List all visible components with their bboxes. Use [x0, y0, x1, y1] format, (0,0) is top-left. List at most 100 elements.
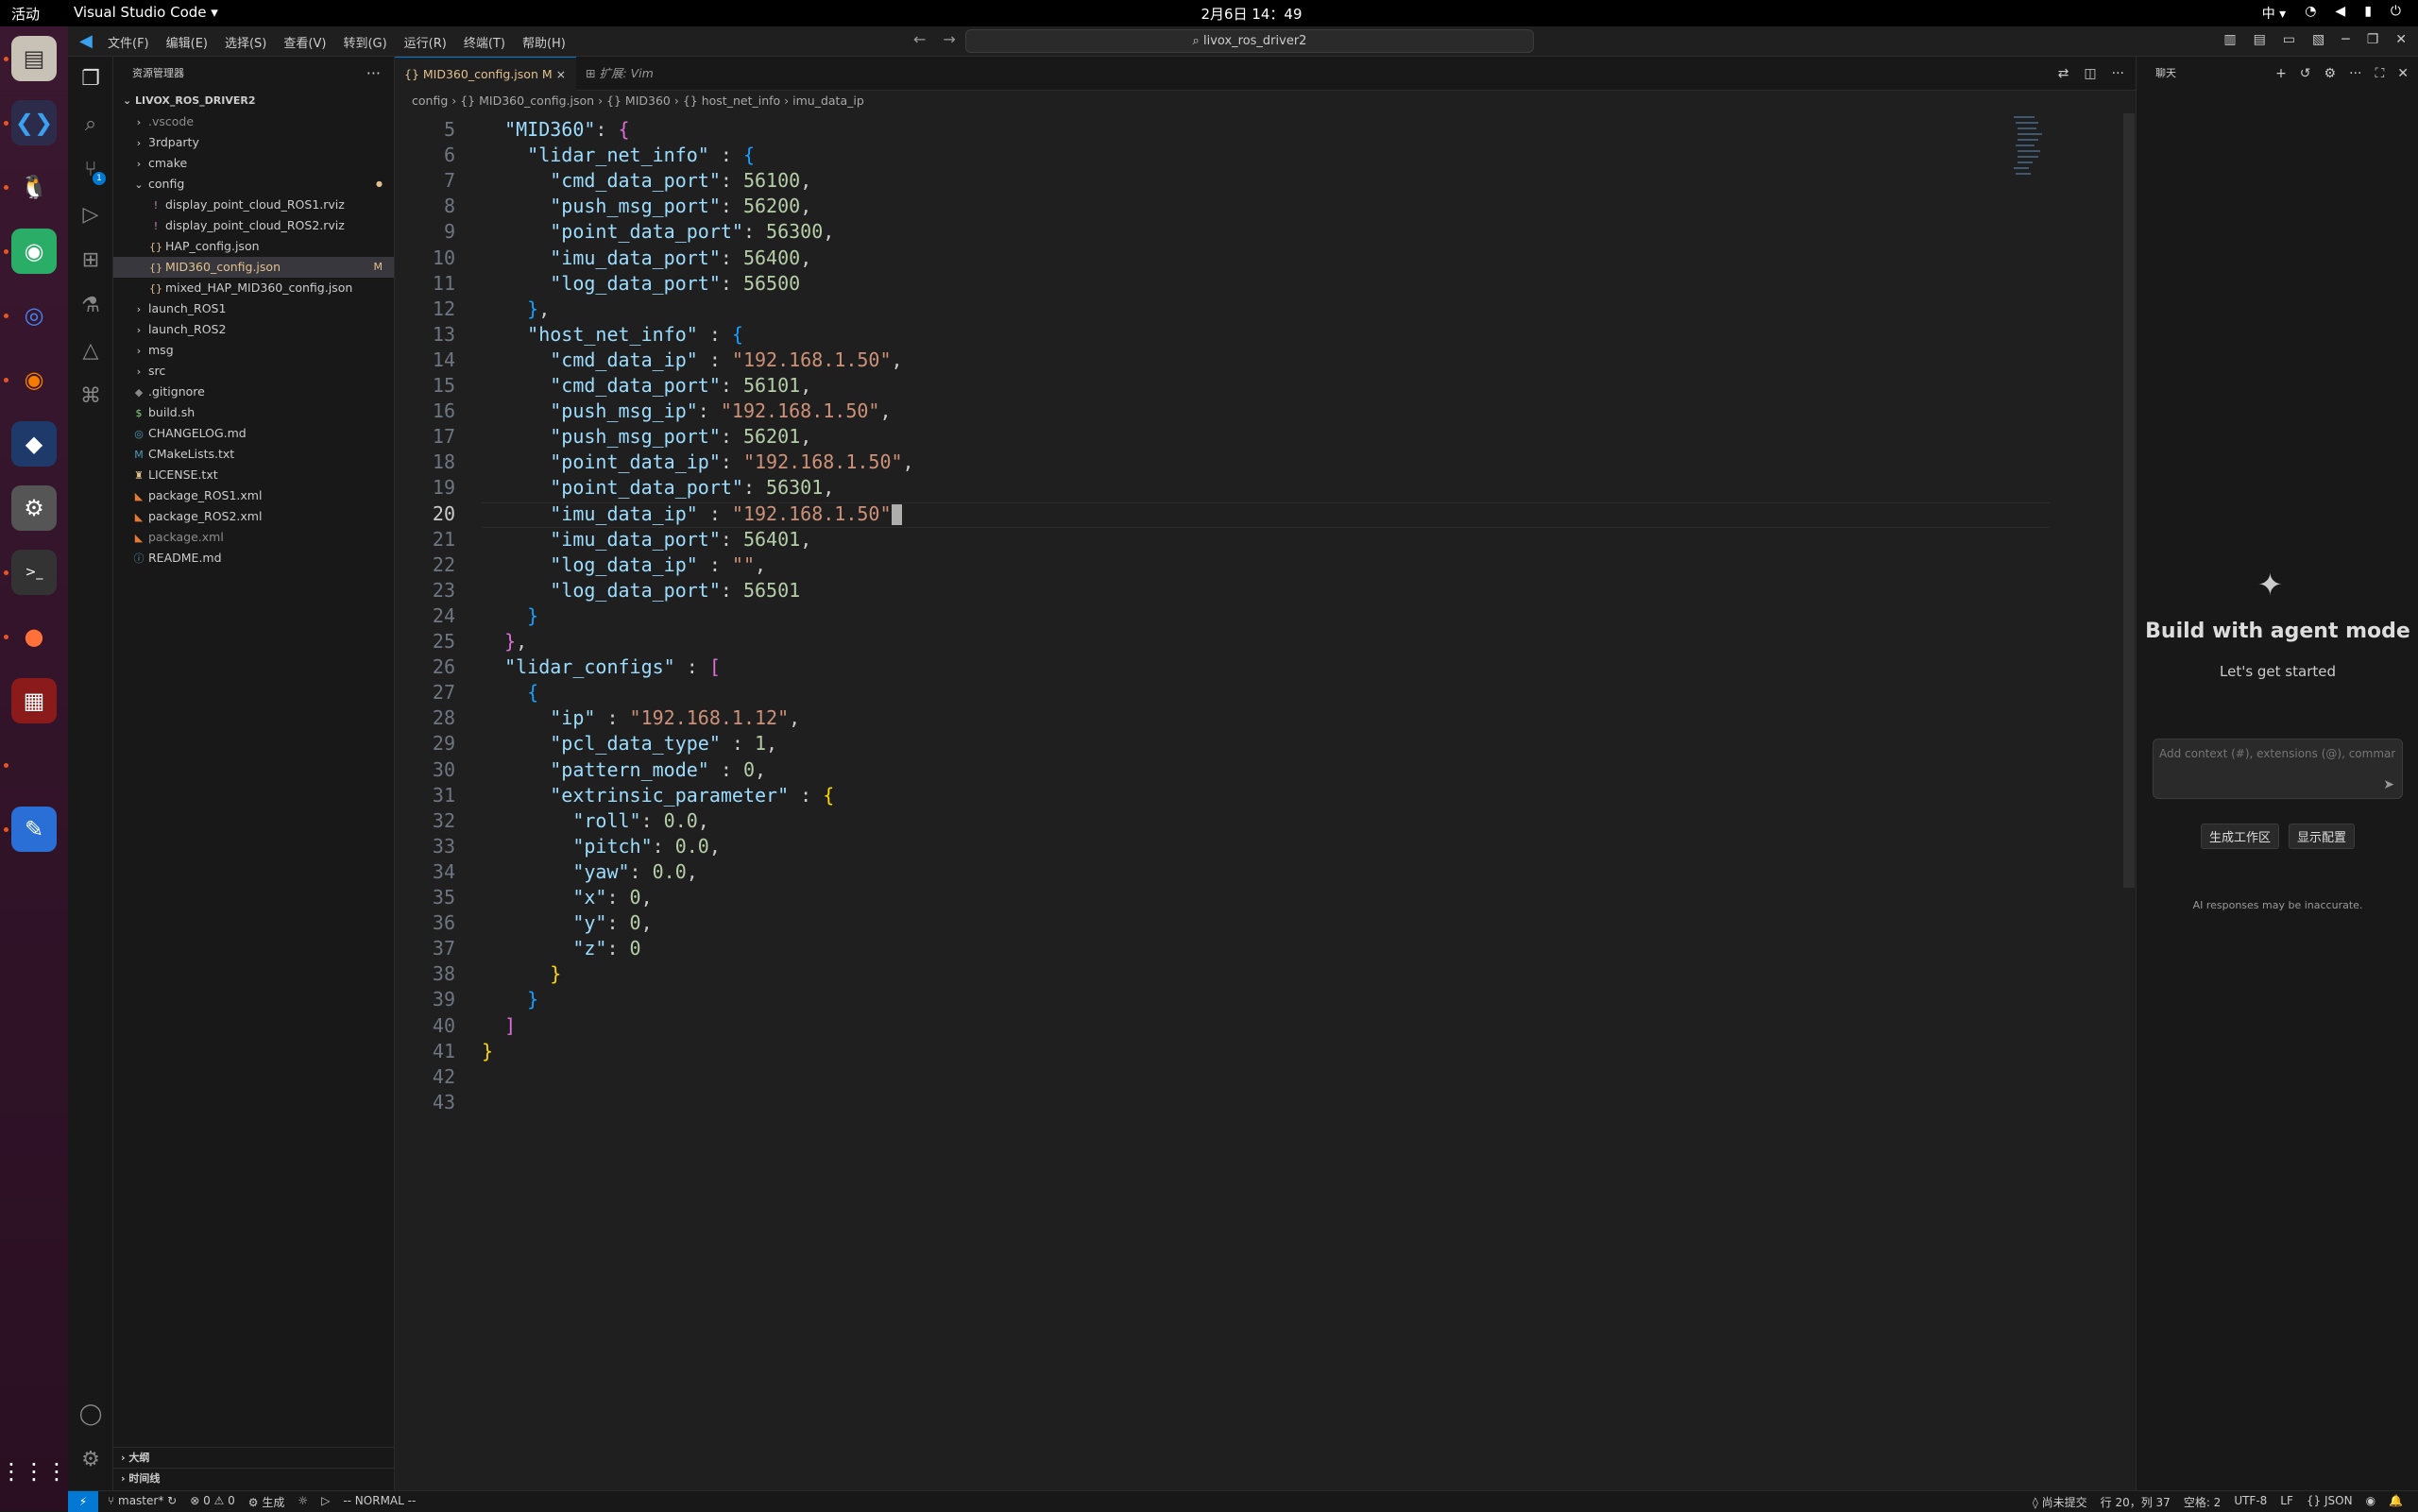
- menu-item[interactable]: 转到(G): [343, 33, 386, 51]
- code-line[interactable]: 6 "lidar_net_info" : {: [395, 143, 2095, 168]
- build-button[interactable]: ⚙ 生成: [248, 1494, 285, 1510]
- run-icon[interactable]: ▷: [321, 1494, 330, 1510]
- wechat-icon[interactable]: ◉: [11, 229, 57, 274]
- code-line[interactable]: 5 "MID360": {: [395, 117, 2095, 143]
- breadcrumb-item[interactable]: {} host_net_info: [683, 93, 780, 108]
- code-line[interactable]: 17 "push_msg_port": 56201,: [395, 424, 2095, 450]
- terminal-icon[interactable]: >_: [11, 550, 57, 595]
- code-line[interactable]: 10 "imu_data_port": 56400,: [395, 246, 2095, 271]
- app-screen-icon[interactable]: ▦: [11, 678, 57, 723]
- system-tray[interactable]: 中 ▾ ◔ ◀ ▮ ⏻: [2262, 4, 2401, 23]
- tree-item[interactable]: {} mixed_HAP_MID360_config.json: [113, 278, 394, 298]
- chat-title[interactable]: 聊天: [2155, 67, 2176, 79]
- tree-item[interactable]: ◣ package_ROS1.xml: [113, 485, 394, 506]
- code-line[interactable]: 15 "cmd_data_port": 56101,: [395, 373, 2095, 399]
- tree-item[interactable]: › .vscode: [113, 111, 394, 132]
- testing-icon[interactable]: ⚗: [77, 293, 104, 319]
- tree-item[interactable]: ! display_point_cloud_ROS1.rviz: [113, 195, 394, 215]
- language-mode[interactable]: {} JSON: [2307, 1494, 2353, 1510]
- tree-item[interactable]: ◣ package.xml: [113, 527, 394, 548]
- chat-input[interactable]: [2159, 747, 2395, 760]
- code-line[interactable]: 20 "imu_data_ip" : "192.168.1.50": [395, 501, 2095, 527]
- workspace-root[interactable]: ⌄ LIVOX_ROS_DRIVER2: [113, 91, 394, 111]
- code-line[interactable]: 35 "x": 0,: [395, 885, 2095, 910]
- code-line[interactable]: 22 "log_data_ip" : "",: [395, 552, 2095, 578]
- code-line[interactable]: 30 "pattern_mode" : 0,: [395, 757, 2095, 783]
- tree-item[interactable]: {} HAP_config.json: [113, 236, 394, 257]
- layout-toggle-icon[interactable]: ▥: [2223, 32, 2236, 47]
- menu-item[interactable]: 选择(S): [225, 33, 266, 51]
- vscode-icon[interactable]: ❮❯: [11, 100, 57, 145]
- menu-item[interactable]: 帮助(H): [522, 33, 566, 51]
- text-editor-icon[interactable]: ✎: [11, 807, 57, 852]
- minimize-icon[interactable]: ─: [2341, 32, 2349, 47]
- code-line[interactable]: 9 "point_data_port": 56300,: [395, 219, 2095, 245]
- python-icon[interactable]: ⌘: [77, 383, 104, 410]
- code-line[interactable]: 32 "roll": 0.0,: [395, 808, 2095, 834]
- code-line[interactable]: 25 },: [395, 629, 2095, 654]
- back-arrow-icon[interactable]: ←: [913, 30, 926, 48]
- remote-icon[interactable]: ⚡: [68, 1491, 98, 1512]
- branch-indicator[interactable]: ⑂ master* ↻: [108, 1494, 177, 1510]
- code-line[interactable]: 12 },: [395, 297, 2095, 322]
- debug-icon[interactable]: ☼: [298, 1494, 308, 1510]
- settings-icon[interactable]: ⚙: [11, 485, 57, 531]
- menu-item[interactable]: 查看(V): [283, 33, 326, 51]
- account-icon[interactable]: ◯: [77, 1402, 104, 1428]
- code-line[interactable]: 39 }: [395, 987, 2095, 1012]
- code-line[interactable]: 18 "point_data_ip": "192.168.1.50",: [395, 450, 2095, 475]
- tab-vim-extension[interactable]: ⊞ 扩展: Vim: [576, 57, 690, 91]
- code-line[interactable]: 7 "cmd_data_port": 56100,: [395, 168, 2095, 194]
- run-debug-icon[interactable]: ▷: [77, 202, 104, 229]
- code-line[interactable]: 36 "y": 0,: [395, 910, 2095, 936]
- tab-mid360-config[interactable]: {} MID360_config.json M ×: [395, 57, 576, 91]
- app-menu[interactable]: Visual Studio Code ▾: [74, 4, 218, 21]
- tree-item[interactable]: $ build.sh: [113, 402, 394, 423]
- vertical-scrollbar[interactable]: [2123, 113, 2135, 888]
- notifications-icon[interactable]: 🔔: [2389, 1494, 2403, 1510]
- power-icon[interactable]: ⏻: [2391, 4, 2401, 23]
- blender-icon[interactable]: ◉: [11, 357, 57, 402]
- tree-item[interactable]: ◆ .gitignore: [113, 382, 394, 402]
- panel-toggle-icon[interactable]: ▭: [2283, 32, 2295, 47]
- show-config-button[interactable]: 显示配置: [2289, 824, 2356, 849]
- more-actions-icon[interactable]: ···: [366, 57, 381, 91]
- tree-item[interactable]: › src: [113, 361, 394, 382]
- ime-indicator[interactable]: 中 ▾: [2262, 4, 2286, 23]
- code-line[interactable]: 16 "push_msg_ip": "192.168.1.50",: [395, 399, 2095, 424]
- code-line[interactable]: 13 "host_net_info" : {: [395, 322, 2095, 348]
- menu-item[interactable]: 文件(F): [108, 33, 149, 51]
- problems-indicator[interactable]: ⊗ 0 ⚠ 0: [190, 1494, 235, 1510]
- tree-item[interactable]: › cmake: [113, 153, 394, 174]
- show-apps-icon[interactable]: ⋮⋮⋮: [0, 1449, 68, 1494]
- code-line[interactable]: 33 "pitch": 0.0,: [395, 834, 2095, 859]
- tree-item[interactable]: ◣ package_ROS2.xml: [113, 506, 394, 527]
- command-center[interactable]: ⌕ livox_ros_driver2: [965, 29, 1534, 53]
- tree-item[interactable]: M CMakeLists.txt: [113, 444, 394, 465]
- menu-item[interactable]: 终端(T): [464, 33, 505, 51]
- encoding[interactable]: UTF-8: [2234, 1494, 2267, 1510]
- code-line[interactable]: 43: [395, 1090, 2095, 1115]
- code-line[interactable]: 21 "imu_data_port": 56401,: [395, 527, 2095, 552]
- maximize-icon[interactable]: ❐: [2367, 32, 2379, 47]
- tree-item[interactable]: › launch_ROS1: [113, 298, 394, 319]
- manage-gear-icon[interactable]: ⚙: [77, 1447, 104, 1473]
- code-line[interactable]: 42: [395, 1064, 2095, 1090]
- tree-item[interactable]: ♜ LICENSE.txt: [113, 465, 394, 485]
- qq-icon[interactable]: 🐧: [11, 164, 57, 210]
- minimap[interactable]: [2010, 113, 2048, 179]
- forward-arrow-icon[interactable]: →: [943, 30, 955, 48]
- new-chat-icon[interactable]: +: [2275, 57, 2287, 91]
- tree-item[interactable]: ◎ CHANGELOG.md: [113, 423, 394, 444]
- menu-item[interactable]: 编辑(E): [166, 33, 208, 51]
- tree-item[interactable]: › launch_ROS2: [113, 319, 394, 340]
- search-icon[interactable]: ⌕: [77, 111, 104, 138]
- menu-item[interactable]: 运行(R): [404, 33, 447, 51]
- code-line[interactable]: 11 "log_data_port": 56500: [395, 271, 2095, 297]
- breadcrumb-item[interactable]: config: [412, 93, 448, 108]
- code-line[interactable]: 28 "ip" : "192.168.1.12",: [395, 705, 2095, 731]
- tree-item[interactable]: › msg: [113, 340, 394, 361]
- code-line[interactable]: 19 "point_data_port": 56301,: [395, 475, 2095, 501]
- code-line[interactable]: 8 "push_msg_port": 56200,: [395, 194, 2095, 219]
- split-editor-icon[interactable]: ◫: [2084, 66, 2096, 81]
